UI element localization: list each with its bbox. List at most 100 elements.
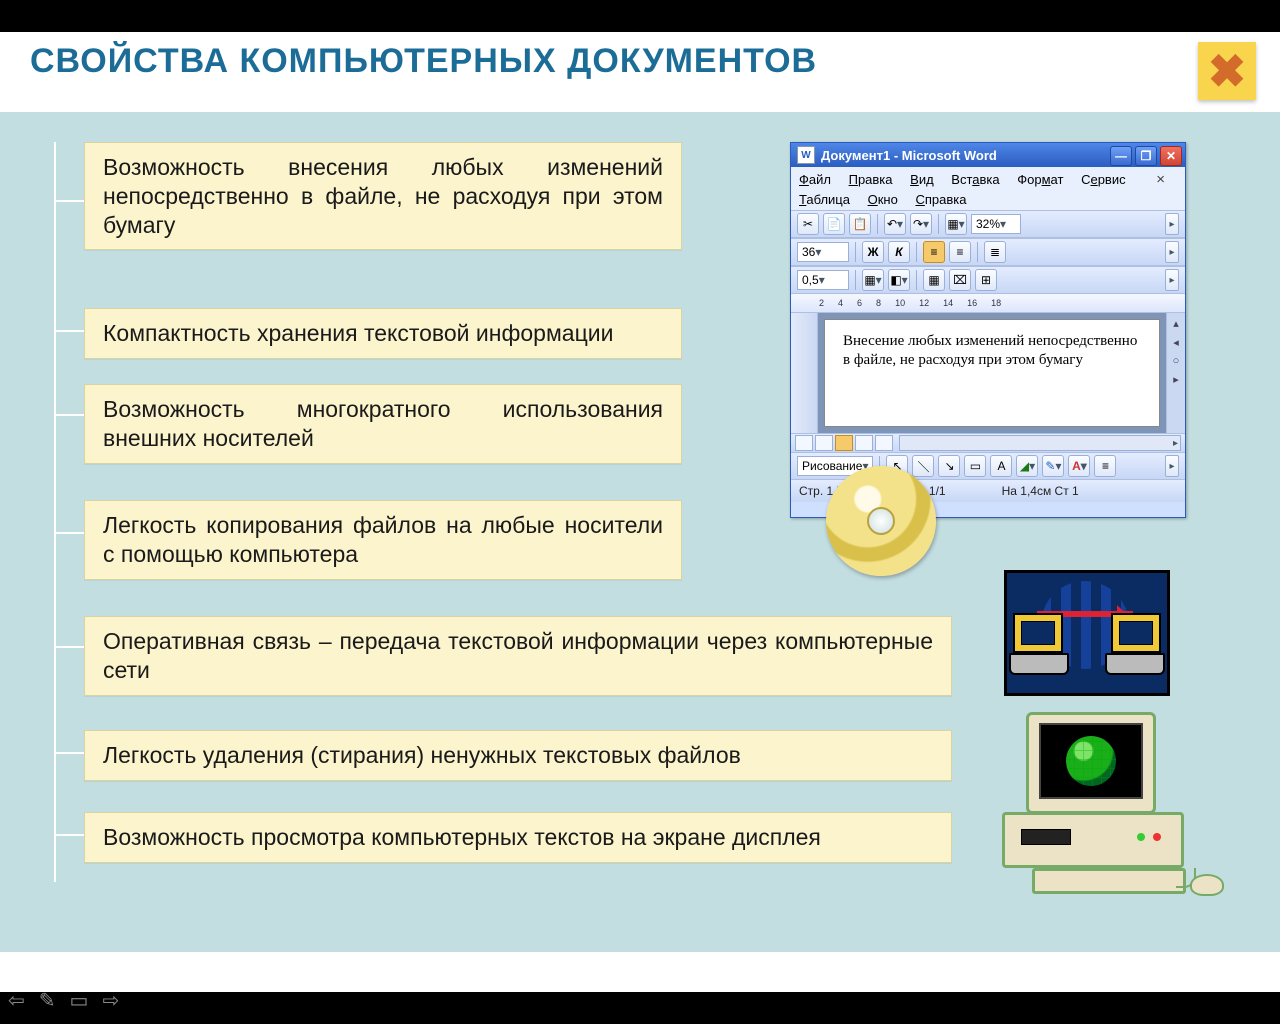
word-title-text: Документ1 - Microsoft Word — [821, 148, 997, 163]
fontsize-field[interactable]: 36 — [797, 242, 849, 262]
monitor-icon — [1026, 712, 1156, 814]
menu-edit[interactable]: Правка — [849, 172, 893, 187]
mouse-icon — [1190, 874, 1224, 896]
vertical-scrollbar[interactable]: ▴ ◂ ○ ▸ — [1166, 313, 1185, 433]
nav-next-icon[interactable]: ⇨ — [102, 988, 119, 1013]
toolbar-overflow-icon[interactable]: ▸ — [1165, 269, 1179, 291]
bullet-1: Возможность внесения любых изменений неп… — [84, 142, 682, 250]
font-color-icon[interactable]: A — [1068, 455, 1090, 477]
undo-button[interactable]: ↶ — [884, 213, 906, 235]
browse-object-icon[interactable]: ○ — [1173, 355, 1180, 367]
status-position: На 1,4см Ст 1 — [1002, 484, 1079, 498]
tree-branch — [54, 330, 84, 332]
next-page-icon[interactable]: ▸ — [1173, 373, 1179, 386]
arrow-icon[interactable]: ↘ — [938, 455, 960, 477]
line-icon[interactable]: ＼ — [912, 455, 934, 477]
nav-pen-icon[interactable]: ✎ — [39, 988, 56, 1013]
italic-button[interactable]: К — [888, 241, 910, 263]
bullet-2: Компактность хранения текстовой информац… — [84, 308, 682, 359]
shading-button[interactable]: ◧ — [888, 269, 910, 291]
bullet-5: Оперативная связь – передача текстовой и… — [84, 616, 952, 696]
bullet-3: Возможность многократного использования … — [84, 384, 682, 464]
view-print-icon[interactable] — [835, 435, 853, 451]
keyboard-icon — [1105, 653, 1165, 675]
view-reading-icon[interactable] — [875, 435, 893, 451]
menu-insert[interactable]: Вставка — [951, 172, 999, 187]
textbox-icon[interactable]: A — [990, 455, 1012, 477]
toolbar-overflow-icon[interactable]: ▸ — [1165, 213, 1179, 235]
tree-branch — [54, 532, 84, 534]
menu-view[interactable]: Вид — [910, 172, 934, 187]
nav-menu-icon[interactable]: ▭ — [70, 988, 89, 1013]
border-button[interactable]: ▦ — [862, 269, 884, 291]
maximize-button[interactable]: ❐ — [1135, 146, 1157, 166]
menu-help[interactable]: Справка — [915, 192, 966, 207]
word-menubar: Файл Правка Вид Вставка Формат Сервис Та… — [791, 167, 1185, 210]
line-style-icon[interactable]: ≡ — [1094, 455, 1116, 477]
menu-service[interactable]: Сервис — [1081, 172, 1126, 187]
word-app-icon: W — [797, 146, 815, 164]
horizontal-scrollbar[interactable]: ▸ — [899, 435, 1181, 451]
window-close-button[interactable]: ✕ — [1160, 146, 1182, 166]
redo-button[interactable]: ↷ — [910, 213, 932, 235]
toolbar-overflow-icon[interactable]: ▸ — [1165, 241, 1179, 263]
toolbar-separator — [877, 214, 878, 234]
zoom-field[interactable]: 32% — [971, 214, 1021, 234]
line-color-icon[interactable]: ✎ — [1042, 455, 1064, 477]
toolbar-standard: ✂ 📄 📋 ↶ ↷ ▦ 32% ▸ — [791, 210, 1185, 238]
word-window: W Документ1 - Microsoft Word — ❐ ✕ Файл … — [790, 142, 1186, 518]
letterbox-bottom — [0, 992, 1280, 1024]
bold-button[interactable]: Ж — [862, 241, 884, 263]
nav-prev-icon[interactable]: ⇦ — [8, 988, 25, 1013]
view-web-icon[interactable] — [815, 435, 833, 451]
list-button[interactable]: ≣ — [984, 241, 1006, 263]
document-body-text: Внесение любых изменений непосредственно… — [843, 333, 1137, 368]
fill-color-icon[interactable]: ◢ — [1016, 455, 1038, 477]
ruler-tick: 18 — [991, 298, 1001, 308]
slide-header: СВОЙСТВА КОМПЬЮТЕРНЫХ ДОКУМЕНТОВ ✖ — [0, 32, 1280, 106]
cd-icon — [826, 466, 936, 576]
toolbar-separator — [855, 242, 856, 262]
minimize-button[interactable]: — — [1110, 146, 1132, 166]
keyboard-icon — [1032, 868, 1186, 894]
menu-doc-close-icon[interactable]: × — [1156, 169, 1165, 192]
close-icon: ✖ — [1208, 48, 1247, 94]
align-center-button[interactable]: ≡ — [949, 241, 971, 263]
menu-table[interactable]: Таблица — [799, 192, 850, 207]
table-button[interactable]: ▦ — [945, 213, 967, 235]
scroll-up-icon[interactable]: ▴ — [1173, 317, 1179, 330]
merge-button[interactable]: ⌧ — [949, 269, 971, 291]
slide: СВОЙСТВА КОМПЬЮТЕРНЫХ ДОКУМЕНТОВ ✖ Возмо… — [0, 32, 1280, 992]
prev-page-icon[interactable]: ◂ — [1173, 336, 1179, 349]
view-normal-icon[interactable] — [795, 435, 813, 451]
menu-window[interactable]: Окно — [868, 192, 898, 207]
bullet-6: Легкость удаления (стирания) ненужных те… — [84, 730, 952, 781]
linewidth-field[interactable]: 0,5 — [797, 270, 849, 290]
copy-icon[interactable]: 📄 — [823, 213, 845, 235]
insert-table-button[interactable]: ▦ — [923, 269, 945, 291]
cut-icon[interactable]: ✂ — [797, 213, 819, 235]
toolbar-overflow-icon[interactable]: ▸ — [1165, 455, 1179, 477]
ruler-tick: 14 — [943, 298, 953, 308]
computer-icon — [1013, 613, 1063, 653]
split-button[interactable]: ⊞ — [975, 269, 997, 291]
menu-file[interactable]: Файл — [799, 172, 831, 187]
computer-icon — [1111, 613, 1161, 653]
tree-spine — [54, 142, 56, 882]
close-button[interactable]: ✖ — [1198, 42, 1256, 100]
toolbar-separator — [916, 242, 917, 262]
system-unit-icon — [1002, 812, 1184, 868]
vertical-ruler — [791, 313, 818, 433]
toolbar-separator — [916, 270, 917, 290]
ruler-tick: 2 — [819, 298, 824, 308]
paste-icon[interactable]: 📋 — [849, 213, 871, 235]
view-outline-icon[interactable] — [855, 435, 873, 451]
menu-format[interactable]: Формат — [1017, 172, 1063, 187]
align-left-button[interactable]: ≡ — [923, 241, 945, 263]
floppy-slot-icon — [1021, 829, 1071, 845]
ruler-tick: 8 — [876, 298, 881, 308]
document-page[interactable]: Внесение любых изменений непосредственно… — [824, 319, 1160, 427]
ruler: 2 4 6 8 10 12 14 16 18 — [791, 294, 1185, 313]
tree-branch — [54, 414, 84, 416]
rect-icon[interactable]: ▭ — [964, 455, 986, 477]
